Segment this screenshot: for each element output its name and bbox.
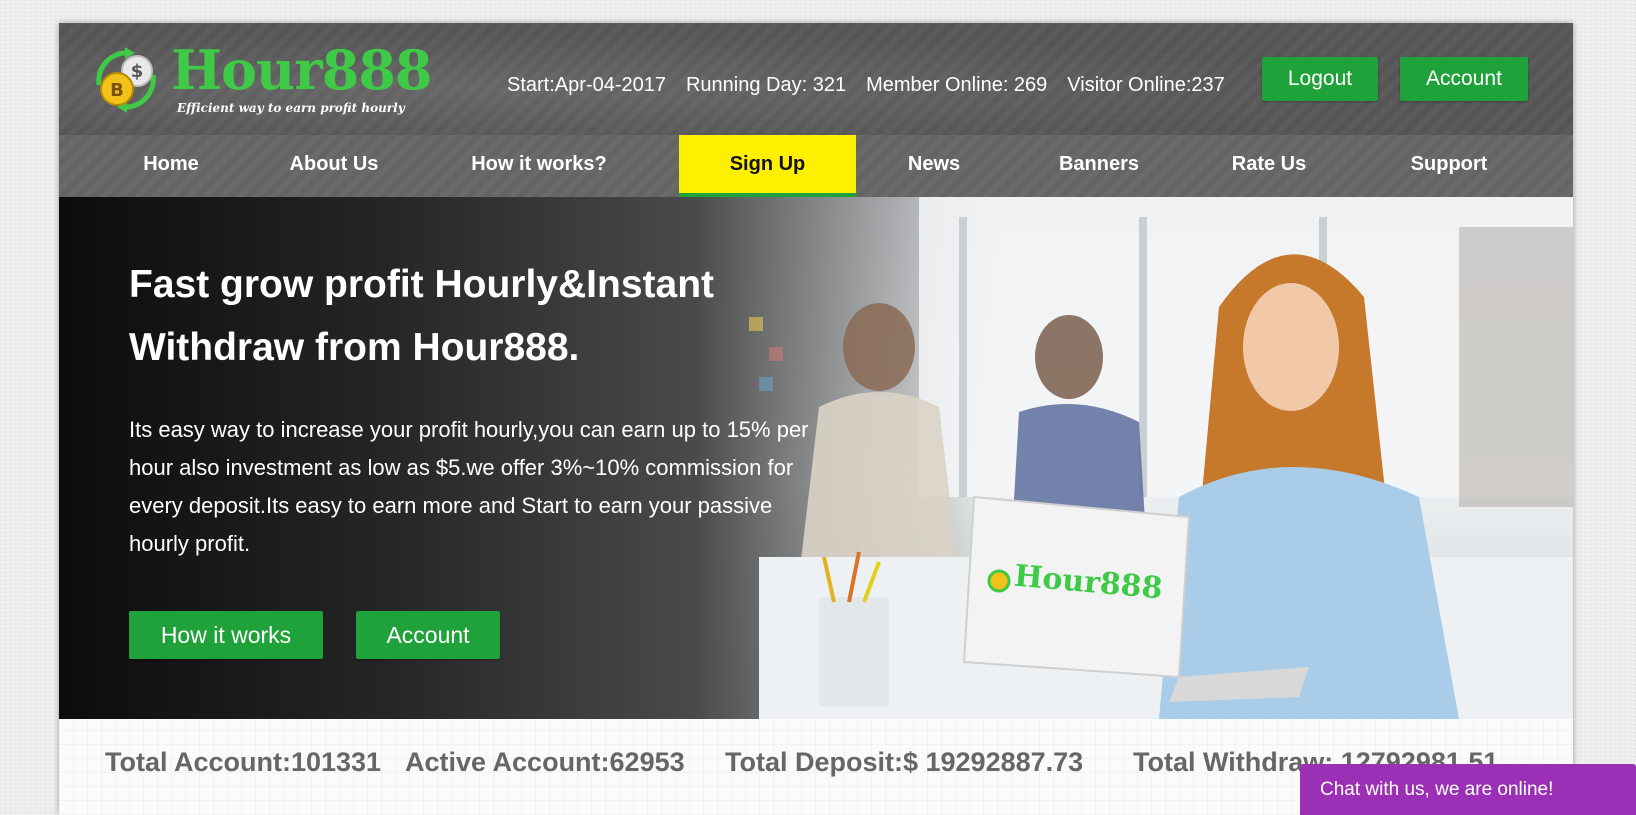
- hero-title-line-2: Withdraw from Hour888.: [129, 326, 580, 369]
- header: $ B Hour888 Efficient way to earn profit…: [59, 23, 1573, 135]
- member-online: Member Online: 269: [866, 74, 1048, 96]
- visitor-online: Visitor Online:237: [1067, 74, 1225, 96]
- hero-description: Its easy way to increase your profit hou…: [129, 417, 809, 556]
- live-chat-button[interactable]: Chat with us, we are online!: [1300, 764, 1636, 815]
- total-deposit-stat: Total Deposit:$ 19292887.73: [725, 747, 1084, 777]
- total-account-stat: Total Account:101331: [105, 747, 382, 777]
- main-nav: Home About Us How it works? Sign Up News…: [59, 135, 1573, 198]
- logo-wordmark[interactable]: Hour888: [171, 41, 432, 99]
- start-date: Start:Apr-04-2017: [507, 74, 666, 96]
- nav-support[interactable]: Support: [1379, 135, 1519, 193]
- nav-about-us[interactable]: About Us: [269, 135, 399, 193]
- nav-news[interactable]: News: [879, 135, 989, 193]
- hero-account-button[interactable]: Account: [356, 611, 500, 659]
- how-it-works-button[interactable]: How it works: [129, 611, 323, 659]
- nav-how-it-works[interactable]: How it works?: [459, 135, 619, 193]
- nav-banners[interactable]: Banners: [1029, 135, 1169, 193]
- hero-banner: Hour888 Fast grow profit Hourly&Instant …: [59, 197, 1573, 719]
- nav-rate-us[interactable]: Rate Us: [1209, 135, 1329, 193]
- running-day: Running Day: 321: [685, 74, 847, 96]
- svg-text:$: $: [131, 61, 144, 82]
- bitcoin-dollar-logo-icon: $ B: [96, 47, 156, 113]
- account-button[interactable]: Account: [1400, 57, 1528, 101]
- logout-button[interactable]: Logout: [1262, 57, 1378, 101]
- logo-tagline: Efficient way to earn profit hourly: [177, 101, 405, 115]
- header-stats: Start:Apr-04-2017 Running Day: 321 Membe…: [507, 70, 1225, 100]
- hero-title-line-1: Fast grow profit Hourly&Instant: [129, 263, 714, 306]
- nav-home[interactable]: Home: [111, 135, 231, 193]
- active-account-stat: Active Account:62953: [405, 747, 685, 777]
- site-container: $ B Hour888 Efficient way to earn profit…: [59, 23, 1573, 815]
- nav-sign-up[interactable]: Sign Up: [679, 135, 856, 197]
- svg-text:B: B: [110, 80, 124, 101]
- hero-title: Fast grow profit Hourly&Instant Withdraw…: [129, 253, 849, 379]
